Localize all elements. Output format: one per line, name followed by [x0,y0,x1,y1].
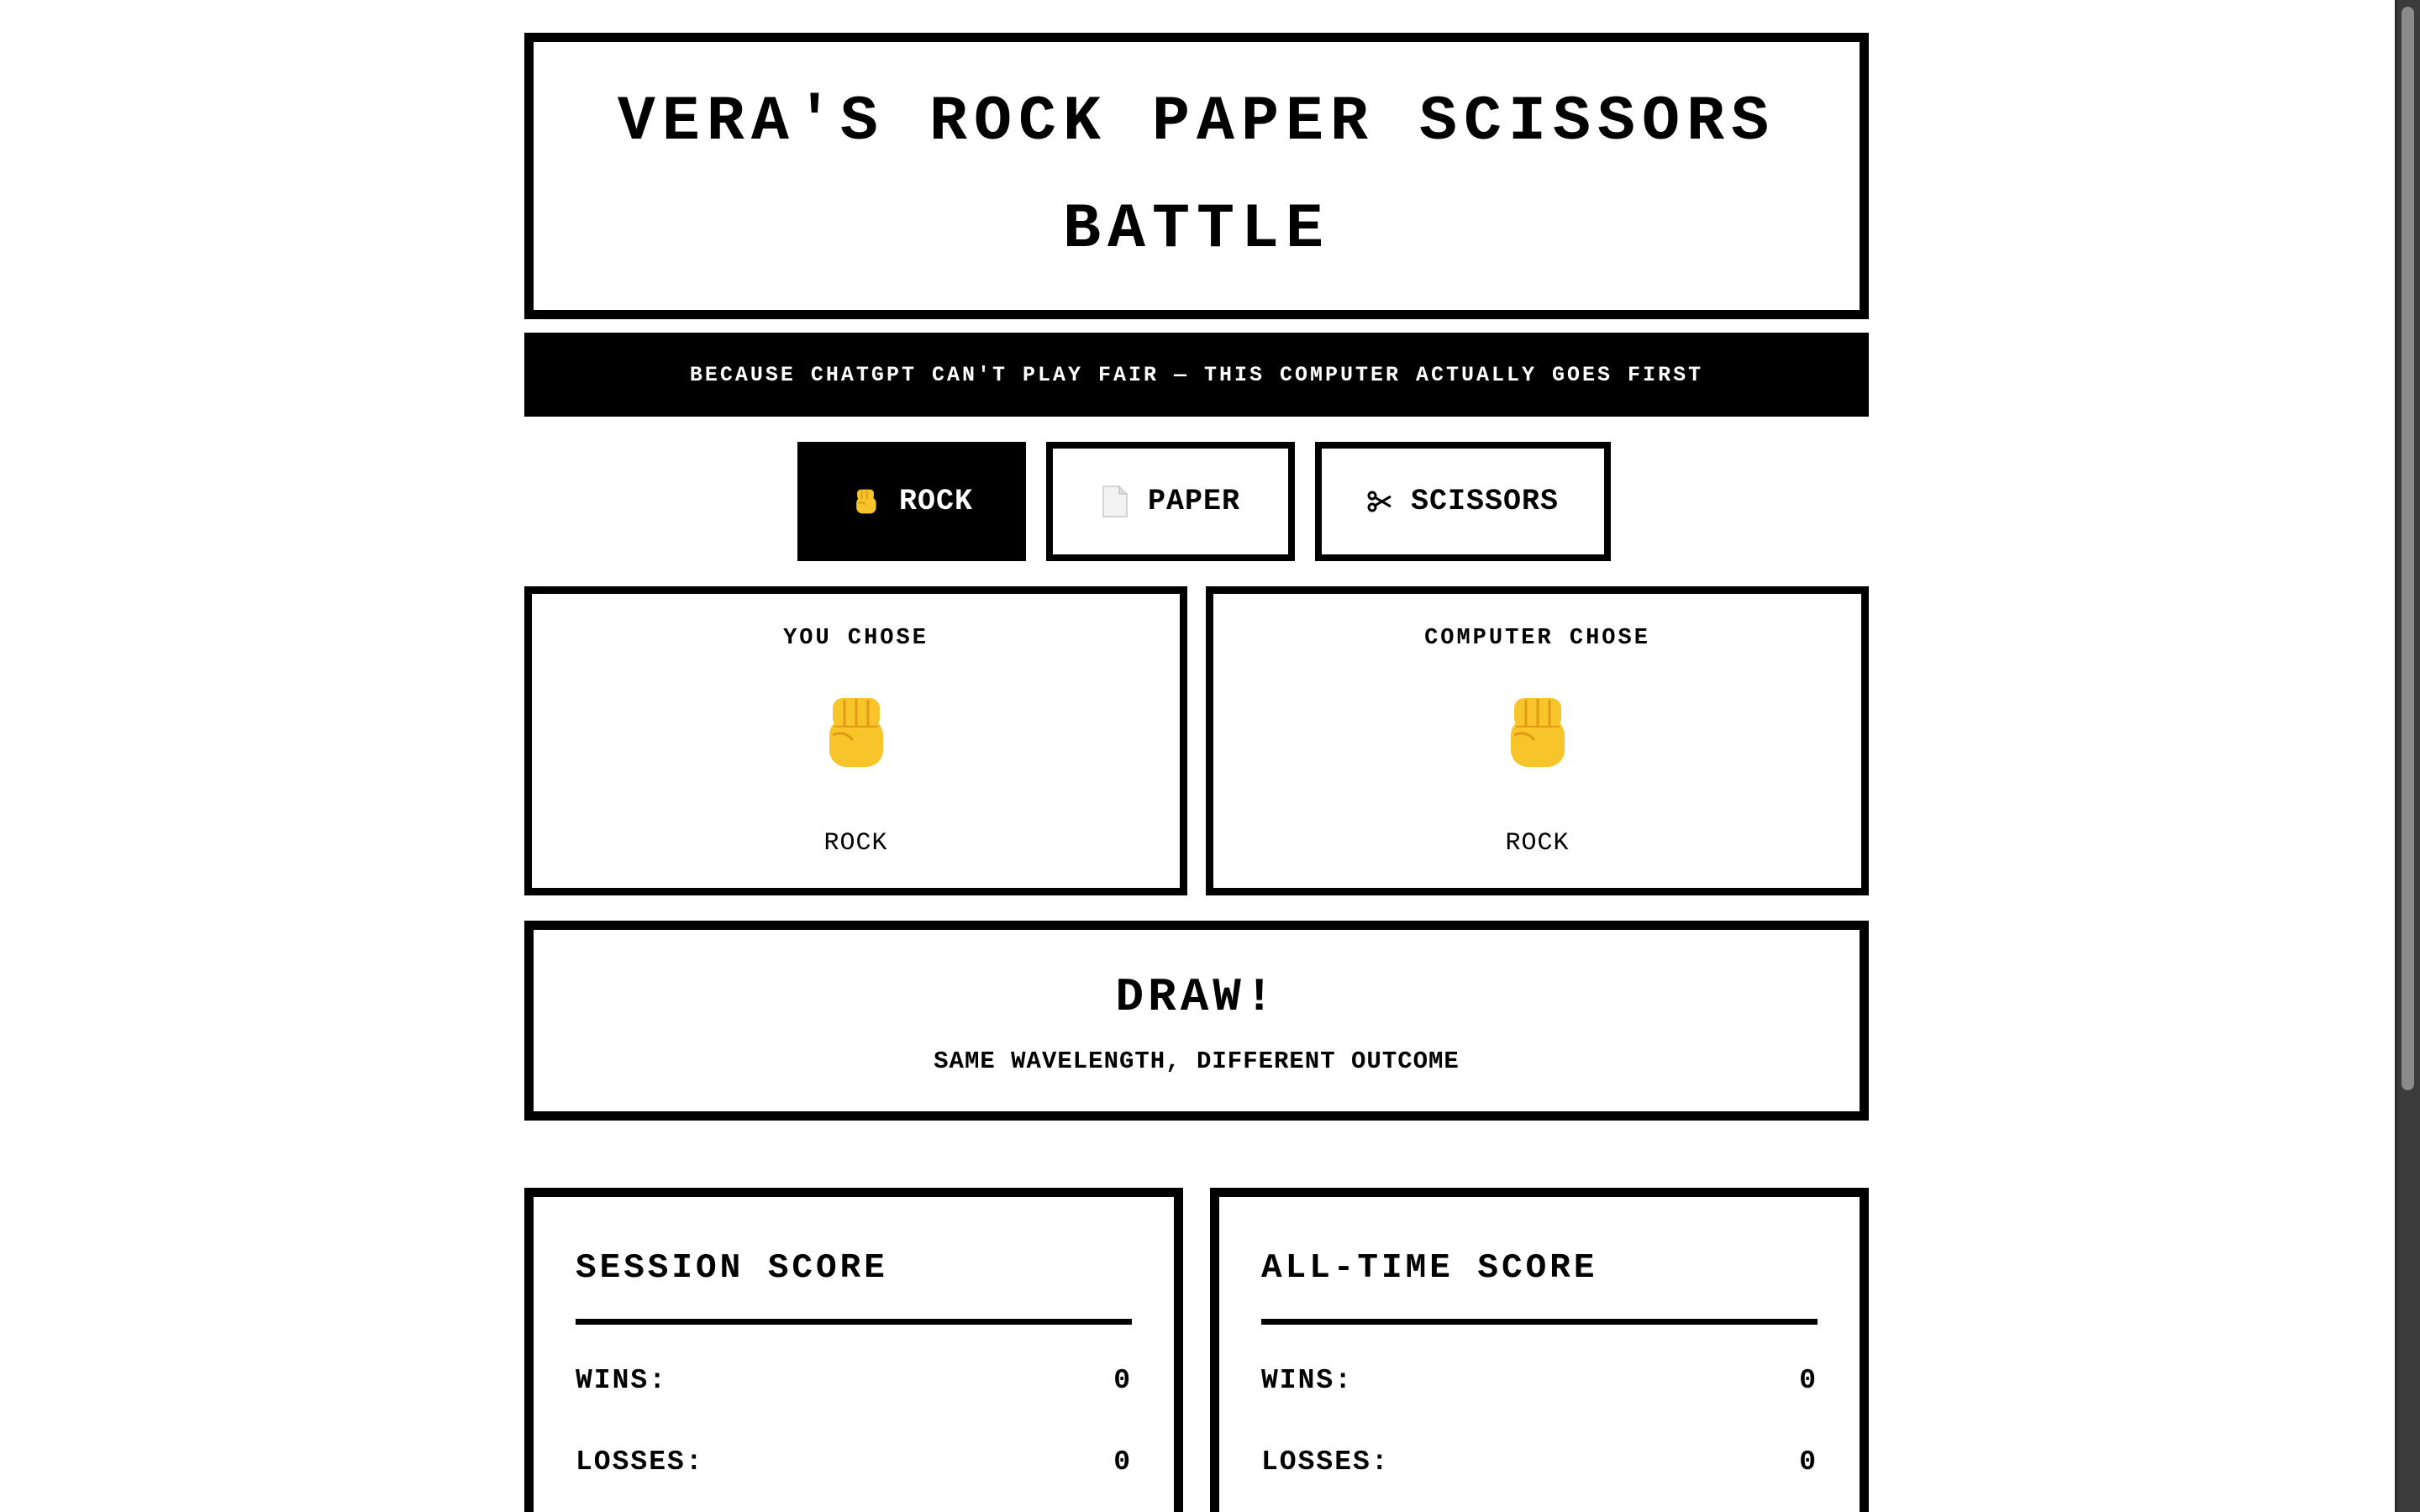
game-container: VERA'S ROCK PAPER SCISSORS BATTLE BECAUS… [524,33,1869,1512]
session-losses-row: LOSSES: 0 [576,1446,1132,1478]
losses-label: LOSSES: [1261,1446,1390,1478]
losses-label: LOSSES: [576,1446,704,1478]
alltime-score-title: ALL-TIME SCORE [1261,1249,1598,1288]
vertical-scrollbar[interactable] [2395,0,2420,1512]
losses-value: 0 [1113,1446,1132,1478]
rock-button[interactable]: ROCK [797,442,1026,561]
raised-fist-icon [1497,693,1578,774]
session-wins-row: WINS: 0 [576,1365,1132,1396]
session-score-title: SESSION SCORE [576,1249,888,1288]
alltime-losses-row: LOSSES: 0 [1261,1446,1818,1478]
page-title-line-2: BATTLE [1062,193,1331,265]
paper-button-label: PAPER [1147,485,1241,518]
page-icon [1101,485,1129,518]
scissors-icon [1367,491,1392,512]
losses-value: 0 [1799,1446,1818,1478]
divider [576,1319,1132,1325]
picks-row: YOU CHOSE ROCK COMPUTER CHOSE ROCK [524,586,1869,895]
scrollbar-track [2395,0,2397,1512]
raised-fist-icon [850,486,881,517]
scrollbar-thumb[interactable] [2402,7,2414,1090]
result-box: DRAW! SAME WAVELENGTH, DIFFERENT OUTCOME [524,921,1869,1121]
scissors-button[interactable]: SCISSORS [1315,442,1611,561]
player-pick-name: ROCK [823,829,888,858]
computer-pick-card: COMPUTER CHOSE ROCK [1206,586,1869,895]
rock-button-label: ROCK [898,485,973,518]
scissors-button-label: SCISSORS [1410,485,1560,518]
page: VERA'S ROCK PAPER SCISSORS BATTLE BECAUS… [0,0,2420,1512]
session-score-card: SESSION SCORE WINS: 0 LOSSES: 0 [524,1188,1183,1512]
title-box: VERA'S ROCK PAPER SCISSORS BATTLE [524,33,1869,319]
scores-row: SESSION SCORE WINS: 0 LOSSES: 0 ALL-TIME… [524,1188,1869,1512]
choice-buttons: ROCK PAPER SCISSORS [524,442,1869,561]
wins-value: 0 [1799,1365,1818,1396]
alltime-score-card: ALL-TIME SCORE WINS: 0 LOSSES: 0 [1210,1188,1869,1512]
wins-value: 0 [1113,1365,1132,1396]
divider [1261,1319,1818,1325]
result-headline: DRAW! [1115,970,1278,1024]
paper-button[interactable]: PAPER [1046,442,1295,561]
alltime-wins-row: WINS: 0 [1261,1365,1818,1396]
tagline-banner: BECAUSE CHATGPT CAN'T PLAY FAIR — THIS C… [524,333,1869,417]
raised-fist-icon [816,693,897,774]
player-pick-label: YOU CHOSE [783,626,929,651]
computer-pick-label: COMPUTER CHOSE [1424,626,1650,651]
computer-pick-name: ROCK [1505,829,1570,858]
player-pick-card: YOU CHOSE ROCK [524,586,1187,895]
result-message: SAME WAVELENGTH, DIFFERENT OUTCOME [934,1047,1460,1075]
page-title-line-1: VERA'S ROCK PAPER SCISSORS [617,86,1776,158]
wins-label: WINS: [576,1365,668,1396]
wins-label: WINS: [1261,1365,1354,1396]
